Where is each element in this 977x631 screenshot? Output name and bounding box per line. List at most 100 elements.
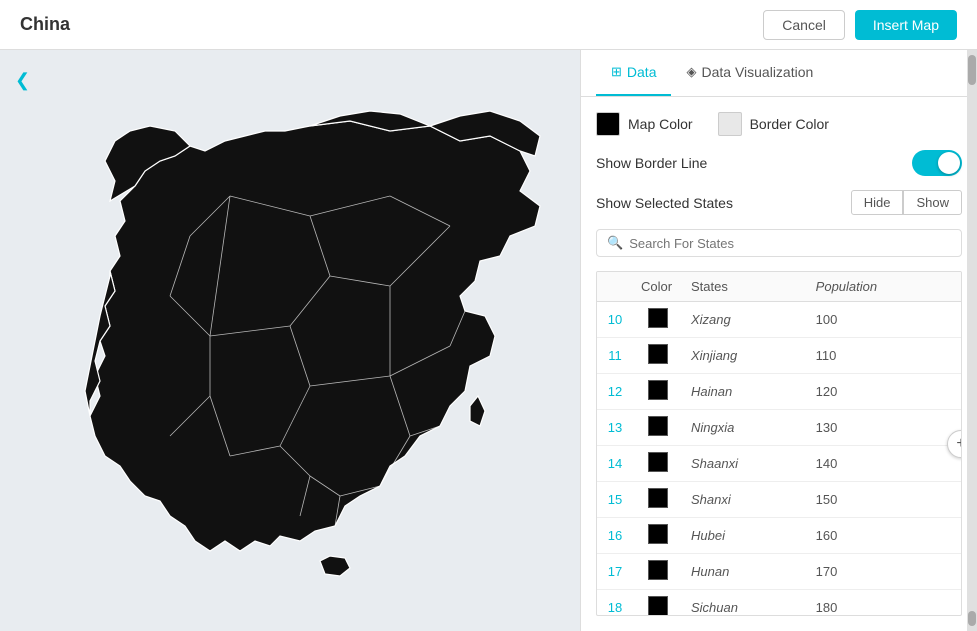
row-population: 130: [808, 410, 961, 446]
toggle-knob: [938, 152, 960, 174]
tab-visualization-label: Data Visualization: [701, 64, 813, 80]
visualization-tab-icon: ◈: [686, 64, 696, 80]
row-color-cell[interactable]: [633, 446, 683, 482]
page-title: China: [20, 14, 70, 35]
show-border-line-label: Show Border Line: [596, 155, 707, 171]
show-border-line-row: Show Border Line: [596, 150, 962, 176]
table-row: 12 Hainan 120: [597, 374, 961, 410]
map-color-item[interactable]: Map Color: [596, 112, 693, 136]
show-hide-buttons: Hide Show: [851, 190, 962, 215]
row-color-cell[interactable]: [633, 482, 683, 518]
search-icon: 🔍: [607, 235, 623, 251]
table-header-row: Color States Population: [597, 272, 961, 302]
row-state: Xinjiang: [683, 338, 808, 374]
row-number: 18: [597, 590, 633, 616]
row-state: Hubei: [683, 518, 808, 554]
main-container: ❮: [0, 50, 977, 631]
back-arrow-icon[interactable]: ❮: [15, 70, 30, 91]
border-color-label: Border Color: [750, 116, 829, 132]
row-color-swatch[interactable]: [648, 308, 668, 328]
row-number: 12: [597, 374, 633, 410]
row-state: Shanxi: [683, 482, 808, 518]
cancel-button[interactable]: Cancel: [763, 10, 845, 40]
table-container: Color States Population 10 Xizang 100 11…: [596, 271, 962, 616]
row-color-cell[interactable]: [633, 554, 683, 590]
row-number: 10: [597, 302, 633, 338]
insert-map-button[interactable]: Insert Map: [855, 10, 957, 40]
table-scroll[interactable]: Color States Population 10 Xizang 100 11…: [597, 272, 961, 615]
row-color-swatch[interactable]: [648, 560, 668, 580]
row-color-swatch[interactable]: [648, 344, 668, 364]
row-color-swatch[interactable]: [648, 416, 668, 436]
row-color-cell[interactable]: [633, 410, 683, 446]
right-panel: ⊞ Data ◈ Data Visualization Map Color Bo…: [580, 50, 977, 631]
outer-scrollbar: [967, 50, 977, 631]
table-row: 16 Hubei 160: [597, 518, 961, 554]
row-population: 180: [808, 590, 961, 616]
col-population: Population: [808, 272, 961, 302]
tabs: ⊞ Data ◈ Data Visualization: [581, 50, 977, 97]
scrollbar-thumb-bottom: [968, 611, 976, 626]
row-population: 150: [808, 482, 961, 518]
table-row: 17 Hunan 170: [597, 554, 961, 590]
row-color-swatch[interactable]: [648, 380, 668, 400]
row-number: 15: [597, 482, 633, 518]
row-number: 11: [597, 338, 633, 374]
header-buttons: Cancel Insert Map: [763, 10, 957, 40]
row-color-swatch[interactable]: [648, 524, 668, 544]
col-states: States: [683, 272, 808, 302]
border-color-item[interactable]: Border Color: [718, 112, 829, 136]
data-tab-icon: ⊞: [611, 64, 622, 80]
tab-data-label: Data: [627, 64, 657, 80]
table-row: 18 Sichuan 180: [597, 590, 961, 616]
row-color-cell[interactable]: [633, 302, 683, 338]
table-row: 11 Xinjiang 110: [597, 338, 961, 374]
table-row: 15 Shanxi 150: [597, 482, 961, 518]
row-population: 140: [808, 446, 961, 482]
table-row: 14 Shaanxi 140: [597, 446, 961, 482]
table-body: 10 Xizang 100 11 Xinjiang 110 12 Hainan …: [597, 302, 961, 616]
tab-data[interactable]: ⊞ Data: [596, 50, 671, 96]
states-table: Color States Population 10 Xizang 100 11…: [597, 272, 961, 615]
map-color-swatch[interactable]: [596, 112, 620, 136]
row-color-swatch[interactable]: [648, 452, 668, 472]
row-number: 16: [597, 518, 633, 554]
header: China Cancel Insert Map: [0, 0, 977, 50]
row-population: 170: [808, 554, 961, 590]
row-color-cell[interactable]: [633, 590, 683, 616]
row-number: 17: [597, 554, 633, 590]
row-color-swatch[interactable]: [648, 596, 668, 615]
row-population: 120: [808, 374, 961, 410]
map-panel: ❮: [0, 50, 580, 631]
row-color-swatch[interactable]: [648, 488, 668, 508]
show-selected-states-label: Show Selected States: [596, 195, 733, 211]
show-button[interactable]: Show: [903, 190, 962, 215]
row-state: Hunan: [683, 554, 808, 590]
row-color-cell[interactable]: [633, 374, 683, 410]
table-row: 13 Ningxia 130: [597, 410, 961, 446]
tab-visualization[interactable]: ◈ Data Visualization: [671, 50, 828, 96]
china-map: [30, 96, 550, 586]
row-state: Ningxia: [683, 410, 808, 446]
col-num: [597, 272, 633, 302]
map-color-label: Map Color: [628, 116, 693, 132]
table-row: 10 Xizang 100: [597, 302, 961, 338]
scrollbar-thumb-top: [968, 55, 976, 85]
search-bar: 🔍: [596, 229, 962, 257]
col-color: Color: [633, 272, 683, 302]
row-color-cell[interactable]: [633, 338, 683, 374]
row-state: Sichuan: [683, 590, 808, 616]
row-population: 110: [808, 338, 961, 374]
color-row: Map Color Border Color: [596, 112, 962, 136]
border-line-toggle[interactable]: [912, 150, 962, 176]
row-state: Xizang: [683, 302, 808, 338]
row-state: Shaanxi: [683, 446, 808, 482]
row-color-cell[interactable]: [633, 518, 683, 554]
search-input[interactable]: [629, 236, 951, 251]
panel-content: Map Color Border Color Show Border Line …: [581, 97, 977, 631]
row-population: 100: [808, 302, 961, 338]
hide-button[interactable]: Hide: [851, 190, 904, 215]
border-color-swatch[interactable]: [718, 112, 742, 136]
row-number: 13: [597, 410, 633, 446]
row-state: Hainan: [683, 374, 808, 410]
